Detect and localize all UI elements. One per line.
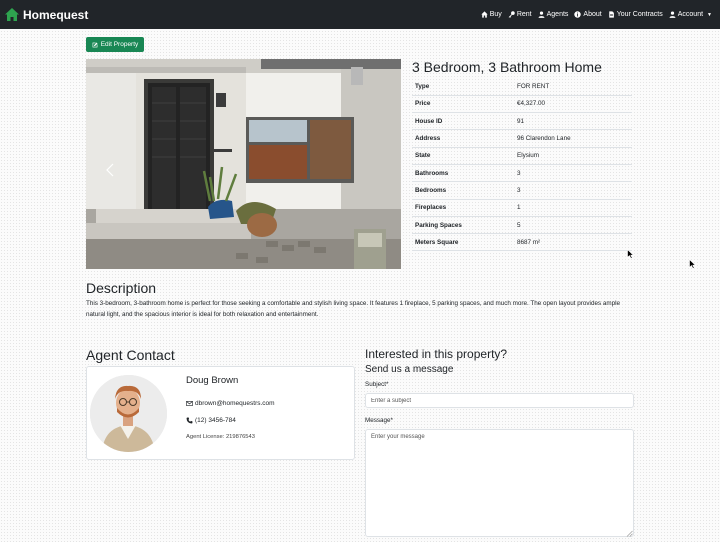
agent-email-text: dbrown@homequestrs.com: [195, 400, 275, 407]
house-logo-icon: [5, 8, 19, 21]
agent-license: Agent License: 219876543: [186, 434, 255, 440]
agent-phone[interactable]: (12) 3456-784: [186, 417, 236, 424]
file-icon: [608, 11, 614, 18]
nav-link-agents[interactable]: Agents: [538, 11, 569, 18]
user-icon: [538, 11, 545, 18]
table-row: State Elysium: [412, 147, 632, 165]
property-title: 3 Bedroom, 3 Bathroom Home: [412, 59, 602, 75]
detail-key: House ID: [412, 112, 514, 131]
table-row: Price €4,327.00: [412, 95, 632, 114]
mouse-pointer-icon: [627, 249, 634, 259]
envelope-icon: [186, 401, 193, 406]
table-row: Fireplaces 1: [412, 199, 632, 217]
detail-value: 3: [514, 181, 632, 200]
subject-label: Subject*: [365, 381, 389, 388]
nav-link-buy[interactable]: Buy: [481, 11, 502, 18]
edit-icon: [92, 41, 98, 47]
table-row: Bedrooms 3: [412, 181, 632, 200]
agent-portrait: [90, 375, 167, 452]
detail-key: Address: [412, 129, 514, 148]
detail-key: Parking Spaces: [412, 216, 514, 235]
edit-property-label: Edit Property: [100, 41, 139, 48]
nav-link-label: Agents: [546, 11, 569, 18]
nav-link-rent[interactable]: Rent: [508, 11, 532, 18]
avatar: [90, 375, 167, 452]
nav-links: Buy Rent Agents About Your Contracts Acc…: [481, 11, 712, 18]
detail-value: 8687 m²: [514, 233, 632, 252]
table-row: Meters Square 8687 m²: [412, 233, 632, 252]
table-row: Type FOR RENT: [412, 78, 632, 96]
detail-value: FOR RENT: [514, 78, 632, 96]
detail-value: Elysium: [514, 147, 632, 165]
description-text: This 3-bedroom, 3-bathroom home is perfe…: [86, 300, 620, 318]
interest-heading: Interested in this property?: [365, 347, 508, 361]
detail-key: State: [412, 147, 514, 165]
home-icon: [481, 11, 488, 18]
resize-grip-icon[interactable]: [626, 530, 633, 537]
detail-key: Bedrooms: [412, 181, 514, 200]
detail-value: 1: [514, 199, 632, 217]
agent-contact-heading: Agent Contact: [86, 347, 175, 363]
key-icon: [508, 11, 515, 18]
house-photo-illustration: [86, 59, 401, 269]
message-label: Message*: [365, 417, 394, 424]
agent-name: Doug Brown: [186, 375, 239, 386]
detail-key: Price: [412, 95, 514, 114]
property-details-table: Type FOR RENT Price €4,327.00 House ID 91 A…: [412, 78, 632, 252]
info-icon: [574, 11, 582, 18]
nav-link-your-contracts[interactable]: Your Contracts: [608, 11, 663, 18]
phone-icon: [186, 417, 193, 424]
detail-key: Fireplaces: [412, 199, 514, 217]
nav-link-label: Rent: [516, 11, 532, 18]
subject-input[interactable]: [365, 393, 634, 408]
user-icon: [669, 11, 676, 18]
detail-key: Meters Square: [412, 233, 514, 252]
detail-value: 91: [514, 112, 632, 131]
carousel-prev-button[interactable]: [98, 155, 122, 185]
detail-value: 96 Clarendon Lane: [514, 129, 632, 148]
table-row: House ID 91: [412, 112, 632, 131]
brand-name: Homequest: [23, 7, 89, 22]
agent-phone-text: (12) 3456-784: [195, 417, 236, 424]
detail-key: Bathrooms: [412, 164, 514, 183]
detail-value: 3: [514, 164, 632, 183]
mouse-pointer-icon: [689, 259, 696, 269]
nav-link-label: About: [583, 11, 602, 18]
table-row: Bathrooms 3: [412, 164, 632, 183]
table-row: Parking Spaces 5: [412, 216, 632, 235]
agent-email[interactable]: dbrown@homequestrs.com: [186, 400, 275, 407]
description-heading: Description: [86, 280, 157, 296]
brand[interactable]: Homequest: [4, 7, 88, 22]
message-textarea[interactable]: [365, 429, 634, 537]
detail-value: 5: [514, 216, 632, 235]
chevron-left-icon: [106, 163, 114, 177]
detail-value: €4,327.00: [514, 95, 632, 114]
edit-property-button[interactable]: Edit Property: [86, 37, 144, 52]
nav-link-label: Your Contracts: [616, 11, 663, 18]
detail-key: Type: [412, 78, 514, 96]
table-row: Address 96 Clarendon Lane: [412, 129, 632, 148]
nav-link-account[interactable]: Account ▼: [669, 11, 712, 18]
send-message-heading: Send us a message: [365, 364, 454, 375]
nav-link-about[interactable]: About: [574, 11, 602, 18]
chevron-down-icon: ▼: [707, 11, 712, 18]
property-photo: [86, 59, 401, 269]
nav-link-label: Buy: [489, 11, 502, 18]
navbar: Homequest Buy Rent Agents About Your Con…: [0, 0, 720, 29]
nav-link-label: Account: [677, 11, 704, 18]
